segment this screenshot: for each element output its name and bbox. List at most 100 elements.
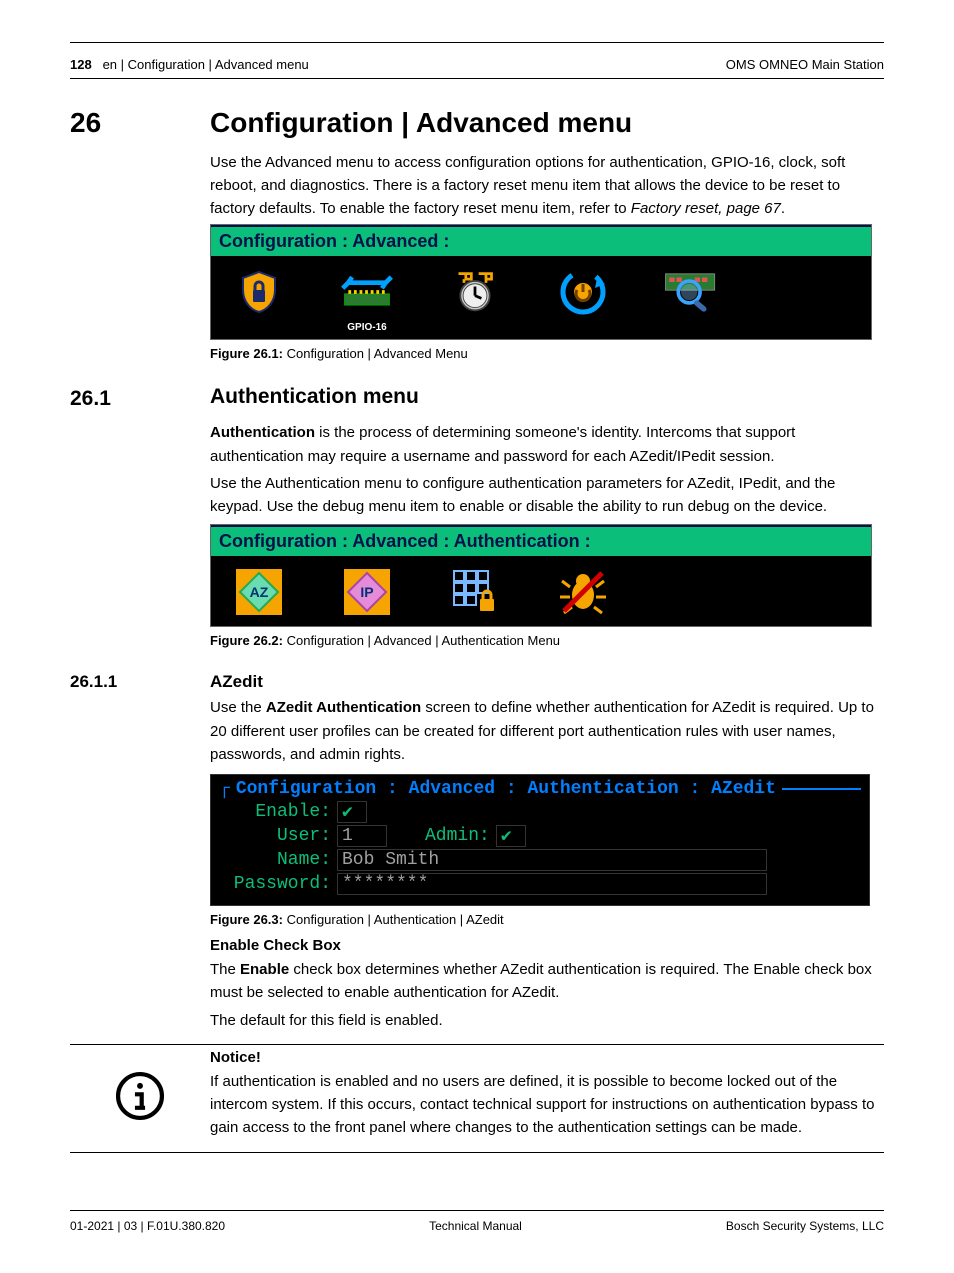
notice-icon-cell [70,1045,210,1144]
section-26-1-p2: Use the Authentication menu to configure… [210,472,884,519]
az-diamond-icon: AZ [231,564,287,620]
figure-26-1-breadcrumb: Configuration : Advanced : [211,225,871,256]
page: 128 en | Configuration | Advanced menu O… [0,0,954,1273]
figure-26-3-legend-text: Configuration : Advanced : Authenticatio… [236,779,776,799]
figure-26-3-caption-text: Configuration | Authentication | AZedit [287,912,504,927]
keypad-lock-icon [447,564,503,620]
advanced-auth-icon[interactable] [223,264,295,333]
clock-icon [447,264,503,320]
section-26-p1-tail: . [781,200,785,217]
bug-slash-icon [555,564,611,620]
top-rule [70,42,884,43]
section-26-1-1-p1: Use the AZedit Authentication screen to … [210,696,884,766]
advanced-gpio-icon[interactable]: GPIO-16 [331,264,403,333]
auth-debug-icon[interactable] [547,564,619,620]
section-number-26: 26 [70,107,210,386]
footer-center: Technical Manual [429,1219,522,1233]
section-26-1-p1: Authentication is the process of determi… [210,421,884,468]
figure-26-1-screen: Configuration : Advanced : [210,224,872,340]
content-grid: 26 Configuration | Advanced menu Use the… [70,107,884,1153]
factory-reset-link[interactable]: Factory reset, page 67 [631,200,781,217]
section-number-26-1-1: 26.1.1 [70,672,210,1036]
azedit-password-label: Password: [219,874,337,894]
header-right: OMS OMNEO Main Station [726,57,884,72]
icon-caption-1: GPIO-16 [331,322,403,333]
shield-lock-icon [231,264,287,320]
azedit-admin-value: ✔ [501,825,512,847]
figure-26-1-caption: Figure 26.1: Configuration | Advanced Me… [210,346,884,361]
azedit-admin-label: Admin: [425,826,490,846]
header-breadcrumb: en | Configuration | Advanced menu [103,57,309,72]
auth-keypad-icon[interactable] [439,564,511,620]
notice-heading: Notice! [210,1049,884,1066]
azedit-user-row: User: 1 Admin: ✔ [219,825,861,847]
header-rule [70,78,884,79]
enable-checkbox-p1: The Enable check box determines whether … [210,958,884,1005]
azedit-name-value: Bob Smith [342,850,439,870]
section-26-1-body: Authentication menu Authentication is th… [210,385,884,672]
section-number-26-1: 26.1 [70,387,210,672]
azedit-name-field[interactable]: Bob Smith [337,849,767,871]
section-26-title: Configuration | Advanced menu [210,107,884,139]
section-26-p1: Use the Advanced menu to access configur… [210,151,884,221]
footer-left: 01-2021 | 03 | F.01U.380.820 [70,1219,225,1233]
page-footer: 01-2021 | 03 | F.01U.380.820 Technical M… [70,1210,884,1233]
azedit-auth-term: AZedit Authentication [266,699,421,716]
figure-26-3-caption-label: Figure 26.3: [210,912,283,927]
azedit-password-value: ******** [342,874,428,894]
azedit-user-value: 1 [342,826,353,846]
gpio-board-icon [339,264,395,320]
notice-text: If authentication is enabled and no user… [210,1070,884,1140]
header-left: 128 en | Configuration | Advanced menu [70,57,309,72]
figure-26-3-caption: Figure 26.3: Configuration | Authenticat… [210,912,884,927]
azedit-enable-value: ✔ [342,801,353,823]
figure-26-2-breadcrumb: Configuration : Advanced : Authenticatio… [211,525,871,556]
azedit-user-field[interactable]: 1 [337,825,387,847]
notice-bottom-rule-row [70,1152,884,1153]
azedit-enable-row: Enable: ✔ [219,801,861,823]
footer-right: Bosch Security Systems, LLC [726,1219,884,1233]
figure-26-2-screen: Configuration : Advanced : Authenticatio… [210,524,872,627]
info-icon [113,1069,167,1123]
azedit-user-label: User: [219,826,337,846]
figure-26-3-screen: ┌ Configuration : Advanced : Authenticat… [210,774,870,906]
magnifier-board-icon [663,264,719,320]
section-26-1-1-title: AZedit [210,672,884,692]
azedit-name-label: Name: [219,850,337,870]
figure-26-2-caption-text: Configuration | Advanced | Authenticatio… [287,633,560,648]
auth-term: Authentication [210,424,315,441]
auth-ipedit-icon[interactable]: IP [331,564,403,620]
azedit-enable-label: Enable: [219,802,337,822]
running-header: 128 en | Configuration | Advanced menu O… [70,57,884,72]
figure-26-2-caption: Figure 26.2: Configuration | Advanced | … [210,633,884,648]
figure-26-1-caption-text: Configuration | Advanced Menu [287,346,468,361]
azedit-admin-checkbox[interactable]: ✔ [496,825,526,847]
section-26-1-1-body: AZedit Use the AZedit Authentication scr… [210,672,884,1036]
footer-row: 01-2021 | 03 | F.01U.380.820 Technical M… [70,1219,884,1233]
svg-text:AZ: AZ [250,584,269,600]
figure-26-3-legend: ┌ Configuration : Advanced : Authenticat… [219,779,861,799]
header-left-text [95,57,102,72]
enable-checkbox-heading: Enable Check Box [210,937,884,954]
azedit-name-row: Name: Bob Smith [219,849,861,871]
azedit-password-row: Password: ******** [219,873,861,895]
azedit-password-field[interactable]: ******** [337,873,767,895]
azedit-enable-checkbox[interactable]: ✔ [337,801,367,823]
advanced-reboot-icon[interactable] [547,264,619,333]
svg-text:IP: IP [360,584,373,600]
notice-bottom-rule [70,1152,884,1153]
figure-26-2-caption-label: Figure 26.2: [210,633,283,648]
advanced-clock-icon[interactable] [439,264,511,333]
enable-checkbox-p2: The default for this field is enabled. [210,1009,884,1032]
figure-26-1-caption-label: Figure 26.1: [210,346,283,361]
enable-p1c: check box determines whether AZedit auth… [210,961,872,1001]
footer-rule [70,1210,884,1211]
advanced-diagnostics-icon[interactable] [655,264,727,333]
figure-26-2-icons: AZ IP [211,556,871,626]
figure-26-1-icons: GPIO-16 [211,256,871,339]
section-26-1-1-p1a: Use the [210,699,266,716]
reboot-icon [555,264,611,320]
auth-azedit-icon[interactable]: AZ [223,564,295,620]
section-26-body: Configuration | Advanced menu Use the Ad… [210,107,884,386]
notice-body: Notice! If authentication is enabled and… [210,1045,884,1144]
